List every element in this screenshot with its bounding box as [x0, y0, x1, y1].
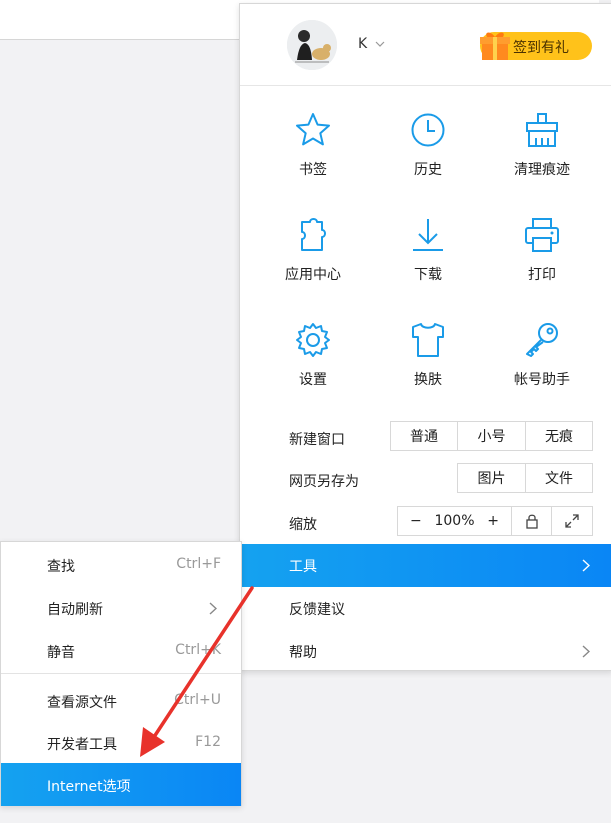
new-window-normal-button[interactable]: 普通: [391, 422, 458, 450]
auto-refresh-label: 自动刷新: [47, 602, 103, 618]
app-center-label: 应用中心: [285, 267, 341, 283]
broom-icon: [526, 113, 558, 147]
dev-tools-label: 开发者工具: [47, 737, 117, 753]
bookmarks-button[interactable]: 书签: [258, 111, 368, 201]
feedback-label: 反馈建议: [289, 602, 345, 618]
save-as-file-button[interactable]: 文件: [526, 464, 592, 492]
bookmarks-label: 书签: [299, 162, 327, 178]
submenu-item-view-source[interactable]: 查看源文件 Ctrl+U: [1, 679, 241, 722]
print-label: 打印: [528, 267, 556, 283]
skin-label: 换肤: [414, 372, 442, 388]
mute-label: 静音: [47, 645, 75, 661]
downloads-label: 下载: [414, 267, 442, 283]
save-as-image-button[interactable]: 图片: [458, 464, 526, 492]
new-window-options: 普通 小号 无痕: [390, 421, 593, 451]
zoom-controls: − 100% +: [397, 506, 593, 536]
profile-header: K 签到有礼: [240, 4, 611, 86]
menu-item-tools[interactable]: 工具: [240, 544, 611, 587]
submenu-item-auto-refresh[interactable]: 自动刷新: [1, 586, 241, 629]
tools-label: 工具: [289, 559, 317, 575]
clear-traces-button[interactable]: 清理痕迹: [487, 111, 597, 201]
zoom-stepper: − 100% +: [398, 507, 512, 535]
key-icon: [526, 323, 558, 357]
fullscreen-button[interactable]: [552, 507, 592, 535]
submenu-divider: [1, 673, 241, 674]
settings-label: 设置: [299, 372, 327, 388]
submenu-item-dev-tools[interactable]: 开发者工具 F12: [1, 721, 241, 764]
star-icon: [296, 113, 330, 146]
save-as-options: 图片 文件: [457, 463, 593, 493]
puzzle-icon: [301, 218, 326, 251]
new-window-incognito-button[interactable]: 无痕: [526, 422, 592, 450]
history-button[interactable]: 历史: [373, 111, 483, 201]
account-helper-label: 帐号助手: [514, 372, 570, 388]
lock-icon: [525, 514, 538, 529]
signin-label: 签到有礼: [513, 40, 569, 56]
tools-submenu: 查找 Ctrl+F 自动刷新 静音 Ctrl+K 查看源文件 Ctrl+U 开发…: [0, 541, 242, 806]
dev-tools-shortcut: F12: [195, 734, 221, 750]
skin-button[interactable]: 换肤: [373, 321, 483, 411]
chevron-right-icon: [582, 559, 590, 572]
menu-item-help[interactable]: 帮助: [240, 630, 611, 673]
browser-main-menu: K 签到有礼 书签 历史 清理痕迹 应用中心 下载 打印 设置 换肤 帐号助手 …: [239, 3, 611, 671]
view-source-label: 查看源文件: [47, 695, 117, 711]
new-window-secondary-button[interactable]: 小号: [458, 422, 526, 450]
help-label: 帮助: [289, 645, 317, 661]
gift-icon: [480, 32, 510, 60]
signin-gift-button[interactable]: 签到有礼: [480, 32, 592, 60]
menu-item-feedback[interactable]: 反馈建议: [240, 587, 611, 630]
view-source-shortcut: Ctrl+U: [174, 692, 221, 708]
chevron-down-icon[interactable]: [375, 40, 385, 48]
settings-button[interactable]: 设置: [258, 321, 368, 411]
account-helper-button[interactable]: 帐号助手: [487, 321, 597, 411]
tshirt-icon: [412, 323, 444, 357]
zoom-label: 缩放: [289, 517, 317, 533]
submenu-item-internet-options[interactable]: Internet选项: [1, 763, 241, 806]
save-as-label: 网页另存为: [289, 474, 359, 490]
chevron-right-icon: [582, 645, 590, 658]
fullscreen-icon: [565, 514, 579, 528]
find-label: 查找: [47, 559, 75, 575]
history-label: 历史: [414, 162, 442, 178]
download-icon: [413, 219, 443, 251]
avatar[interactable]: [287, 20, 337, 70]
clock-icon: [411, 113, 445, 147]
mute-shortcut: Ctrl+K: [175, 642, 221, 658]
internet-options-label: Internet选项: [47, 779, 131, 795]
lock-zoom-button[interactable]: [512, 507, 552, 535]
zoom-in-button[interactable]: +: [487, 513, 499, 529]
gear-icon: [296, 323, 330, 357]
new-window-label: 新建窗口: [289, 432, 345, 448]
app-center-button[interactable]: 应用中心: [258, 216, 368, 306]
chevron-right-icon: [209, 602, 217, 615]
submenu-item-find[interactable]: 查找 Ctrl+F: [1, 543, 241, 586]
submenu-item-mute[interactable]: 静音 Ctrl+K: [1, 629, 241, 672]
find-shortcut: Ctrl+F: [176, 556, 221, 572]
downloads-button[interactable]: 下载: [373, 216, 483, 306]
clear-traces-label: 清理痕迹: [514, 162, 570, 178]
printer-icon: [525, 218, 559, 252]
zoom-value: 100%: [434, 513, 475, 529]
zoom-out-button[interactable]: −: [410, 513, 422, 529]
print-button[interactable]: 打印: [487, 216, 597, 306]
username[interactable]: K: [358, 36, 367, 52]
